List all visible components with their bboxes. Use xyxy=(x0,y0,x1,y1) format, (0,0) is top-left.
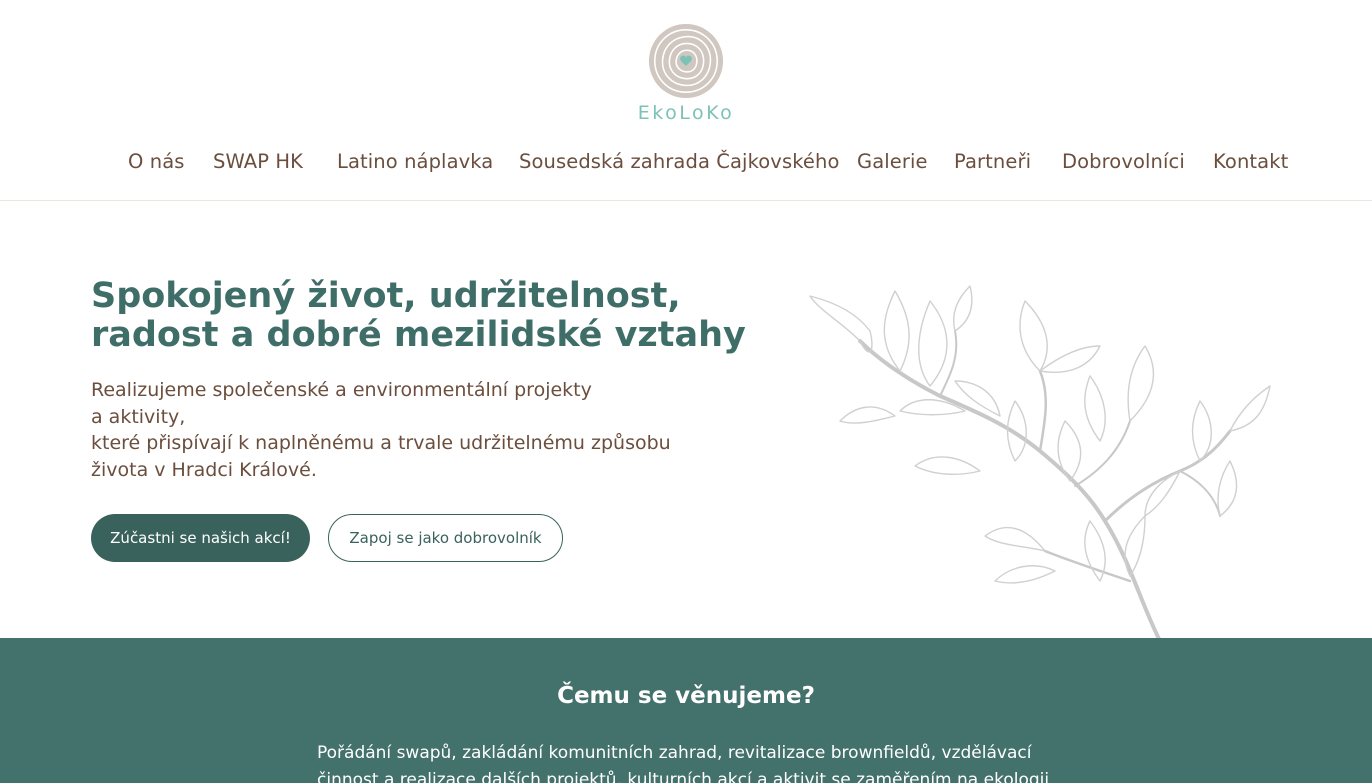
volunteer-button[interactable]: Zapoj se jako dobrovolník xyxy=(328,514,563,562)
hero-text-line: Realizujeme společenské a environmentáln… xyxy=(91,379,592,401)
focus-section: Čemu se věnujeme? Pořádání swapů, zaklád… xyxy=(0,638,1372,783)
nav-item-sousedska-zahrada[interactable]: Sousedská zahrada Čajkovského xyxy=(519,150,840,173)
section-description: Pořádání swapů, zakládání komunitních za… xyxy=(317,740,1077,783)
nav-item-latino-naplavka[interactable]: Latino náplavka xyxy=(337,150,493,173)
nav-item-dobrovolnici[interactable]: Dobrovolníci xyxy=(1062,150,1185,173)
site-header: EkoLoKo O nás SWAP HK Latino náplavka So… xyxy=(0,0,1372,201)
hero-title-line: radost a dobré mezilidské vztahy xyxy=(91,315,746,355)
nav-item-partneri[interactable]: Partneři xyxy=(954,150,1031,173)
nav-item-kontakt[interactable]: Kontakt xyxy=(1213,150,1288,173)
join-events-button[interactable]: Zúčastni se našich akcí! xyxy=(91,514,310,562)
nav-item-o-nas[interactable]: O nás xyxy=(128,150,185,173)
nav-item-swap-hk[interactable]: SWAP HK xyxy=(213,150,303,173)
logo-wordmark: EkoLoKo xyxy=(637,102,735,124)
hero-title-line: Spokojený život, udržitelnost, xyxy=(91,276,681,316)
hero-title: Spokojený život, udržitelnost, radost a … xyxy=(91,276,746,355)
main-navigation: O nás SWAP HK Latino náplavka Sousedská … xyxy=(0,150,1372,180)
section-title: Čemu se věnujeme? xyxy=(557,683,815,709)
section-text-line: činnost a realizace dalších projektů, ku… xyxy=(317,770,1050,783)
hero-description: Realizujeme společenské a environmentáln… xyxy=(91,377,731,483)
hero-text-line: které přispívají k naplněnému a trvale u… xyxy=(91,432,671,454)
hero-section: Spokojený život, udržitelnost, radost a … xyxy=(0,201,1372,638)
ekoloko-logo[interactable] xyxy=(647,22,725,100)
hero-text-line: a aktivity, xyxy=(91,405,186,428)
section-text-line: Pořádání swapů, zakládání komunitních za… xyxy=(317,743,1032,763)
leaf-branch-illustration xyxy=(809,285,1271,638)
nav-item-galerie[interactable]: Galerie xyxy=(857,150,928,173)
hero-text-line: života v Hradci Králové. xyxy=(91,458,317,481)
